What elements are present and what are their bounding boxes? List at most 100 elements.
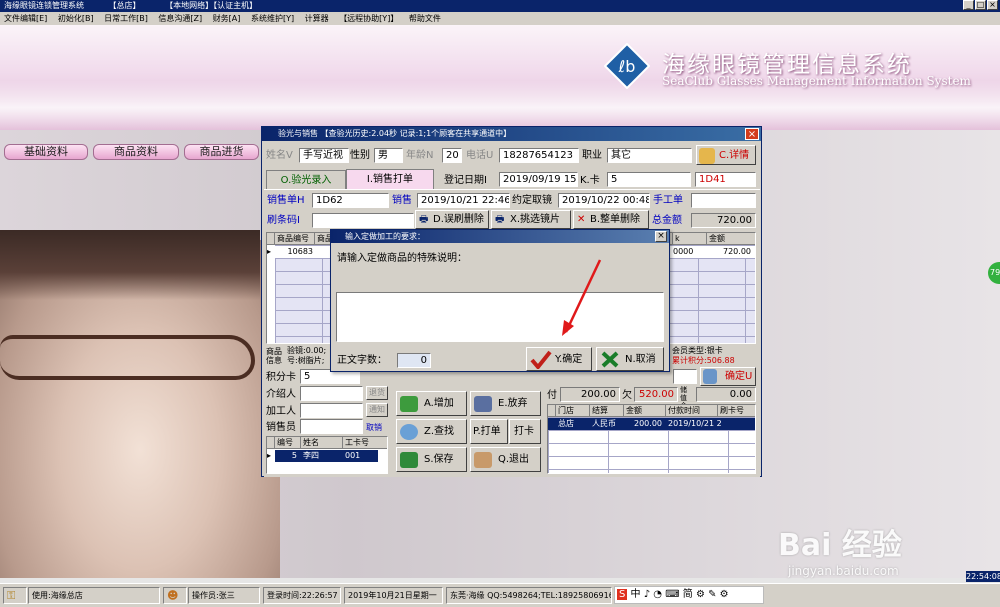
tab-optometry[interactable]: O.验光录入 xyxy=(266,170,346,190)
processor-select[interactable] xyxy=(300,403,363,418)
refund-button[interactable]: 退货 xyxy=(366,386,388,400)
phone-field[interactable]: 18287654123 xyxy=(499,148,579,163)
close-button[interactable]: × xyxy=(987,0,998,10)
pick-lens-button[interactable]: 🖶 X.挑选镜片 xyxy=(491,210,571,229)
col-card-no: 刷卡号 xyxy=(718,405,755,417)
row-pointer-icon: ▸ xyxy=(267,451,272,460)
delete-x-icon: ✕ xyxy=(577,214,586,225)
salesperson-label: 销售员 xyxy=(266,422,296,433)
dialog-close-button[interactable]: × xyxy=(655,231,667,242)
status-date: 2019年10月21日星期一 xyxy=(344,587,443,604)
sale-time-field[interactable]: 2019/10/21 22:46 xyxy=(417,193,510,208)
clock-in-button[interactable]: 打卡 xyxy=(509,419,541,444)
total-amount-label: 总金额 xyxy=(652,215,682,226)
sidebar-basic-data[interactable]: 基础资料 xyxy=(4,144,88,160)
custom-order-dialog: 输入定做加工的要求： × 请输入定做商品的特殊说明： 正文字数： 0 Y.确定 … xyxy=(330,229,670,372)
delete-scan-button[interactable]: 🖶 D.误刷删除 xyxy=(415,210,489,229)
dialog-ok-button[interactable]: Y.确定 xyxy=(526,347,592,371)
add-button[interactable]: A.增加 xyxy=(396,391,467,416)
annotation-arrow-icon xyxy=(562,259,602,336)
cancel-salesperson-link[interactable]: 取销 xyxy=(366,421,382,434)
salesperson-select[interactable] xyxy=(300,419,363,434)
table-row[interactable]: 5 李四 001 xyxy=(275,450,378,462)
card-code-field[interactable]: 1D41 xyxy=(695,172,756,187)
cancel-x-icon xyxy=(601,351,619,368)
menu-file[interactable]: 文件编辑[E] xyxy=(4,14,47,23)
scan-barcode-label: 刷条码I xyxy=(267,215,300,226)
phone-label: 电话U xyxy=(466,150,494,161)
special-instructions-textarea[interactable] xyxy=(336,292,664,342)
char-count-field: 0 xyxy=(397,353,431,368)
menu-daily[interactable]: 日常工作[B] xyxy=(104,14,148,23)
introducer-field[interactable] xyxy=(300,386,363,401)
optometry-summary-1: 验镜:0.00; xyxy=(287,346,327,355)
tab-sales[interactable]: I.销售打单 xyxy=(346,169,434,189)
order-number-label: 销售单H xyxy=(267,195,305,206)
header-banner: ℓb 海缘眼镜管理信息系统 SeaClub Glasses Management… xyxy=(0,25,1000,135)
handshake-icon xyxy=(703,369,717,384)
col-item-code: 商品编号 xyxy=(275,233,315,245)
staff-grid[interactable]: 编号 姓名 工卡号 ▸ 5 李四 001 xyxy=(266,436,388,474)
table-row[interactable]: 总店 人民币 200.00 2019/10/21 2 xyxy=(548,418,755,430)
delete-order-button[interactable]: ✕ B.整单删除 xyxy=(573,210,649,229)
owed-amount-field: 520.00 xyxy=(634,387,678,402)
sidebar-product-data[interactable]: 商品资料 xyxy=(93,144,179,160)
col-store: 门店 xyxy=(556,405,590,417)
maximize-button[interactable]: □ xyxy=(975,0,986,10)
menu-calculator[interactable]: 计算器 xyxy=(305,14,329,23)
save-button[interactable]: S.保存 xyxy=(396,447,467,472)
paid-amount-field: 200.00 xyxy=(560,387,620,402)
dialog-title: 输入定做加工的要求： xyxy=(331,230,669,243)
sidebar-purchase[interactable]: 商品进货 xyxy=(184,144,259,160)
minimize-button[interactable]: _ xyxy=(963,0,974,10)
printer-icon: 🖶 xyxy=(419,214,429,225)
col-staff-name: 姓名 xyxy=(301,437,343,449)
notify-button[interactable]: 通知 xyxy=(366,403,388,417)
member-points: 累计积分:506.88 xyxy=(672,356,735,365)
pickup-time-field[interactable]: 2019/10/22 00:48 xyxy=(558,193,650,208)
manual-order-field[interactable] xyxy=(691,193,756,208)
gender-label: 性别 xyxy=(350,150,370,161)
job-select[interactable]: 其它 xyxy=(607,148,692,163)
col-pay-time: 付款时间 xyxy=(666,405,718,417)
clock-display: 22:54:08 xyxy=(966,571,1000,582)
menu-help[interactable]: 帮助文件 xyxy=(409,14,441,23)
regdate-field[interactable]: 2019/09/19 15 xyxy=(499,172,578,187)
abandon-button[interactable]: E.放弃 xyxy=(470,391,541,416)
menu-init[interactable]: 初始化[B] xyxy=(58,14,94,23)
confirm-points-button[interactable]: 确定U xyxy=(700,367,756,386)
status-login-time: 登录时间:22:26:57 xyxy=(263,587,341,604)
status-bar: ⚿ 使用:海缘总店 ☻ 操作员:张三 登录时间:22:26:57 2019年10… xyxy=(0,583,1000,607)
age-label: 年龄N xyxy=(406,150,434,161)
detail-button[interactable]: C.详情 xyxy=(696,145,756,165)
age-field[interactable]: 20 xyxy=(442,148,462,163)
dialog-cancel-button[interactable]: N.取消 xyxy=(596,347,664,371)
exit-button[interactable]: Q.退出 xyxy=(470,447,541,472)
job-label: 职业 xyxy=(582,150,602,161)
svg-text:ℓb: ℓb xyxy=(618,57,636,76)
print-order-button[interactable]: P.打单 xyxy=(470,419,508,444)
gender-select[interactable]: 男 xyxy=(374,148,403,163)
payment-grid[interactable]: 门店 结算 金额 付款时间 刷卡号 总店 人民币 200.00 2019/10/… xyxy=(547,404,756,474)
search-icon xyxy=(400,424,418,440)
menu-system[interactable]: 系统维护[Y] xyxy=(251,14,294,23)
store-indicator: 【总店】 xyxy=(108,1,141,10)
name-field[interactable]: 手写近视 xyxy=(299,148,349,163)
card-label: K.卡 xyxy=(580,175,600,186)
menu-info[interactable]: 信息沟通[Z] xyxy=(158,14,202,23)
status-operator: 操作员:张三 xyxy=(188,587,260,604)
order-number-field[interactable]: 1D62 xyxy=(312,193,389,208)
card-field[interactable]: 5 xyxy=(607,172,691,187)
points-select[interactable] xyxy=(673,369,697,384)
window-close-button[interactable]: × xyxy=(745,128,759,140)
introducer-label: 介绍人 xyxy=(266,389,296,400)
scan-barcode-field[interactable] xyxy=(312,213,414,228)
window-title: 验光与销售 【查验光历史:2.04秒 记录:1;1个顾客在共享通道中】 xyxy=(262,127,761,141)
menu-remote[interactable]: 【远程协助[Y]】 xyxy=(339,14,398,23)
find-button[interactable]: Z.查找 xyxy=(396,419,467,444)
printer-icon: 🖶 xyxy=(495,214,505,225)
watermark-logo: Bai 经验 xyxy=(778,528,902,563)
col-staff-id: 编号 xyxy=(275,437,301,449)
menu-finance[interactable]: 财务[A] xyxy=(213,14,241,23)
ime-toolbar[interactable]: S 中 ♪ ◔ ⌨ 简 ⚙ ✎ ⚙ xyxy=(614,586,764,604)
